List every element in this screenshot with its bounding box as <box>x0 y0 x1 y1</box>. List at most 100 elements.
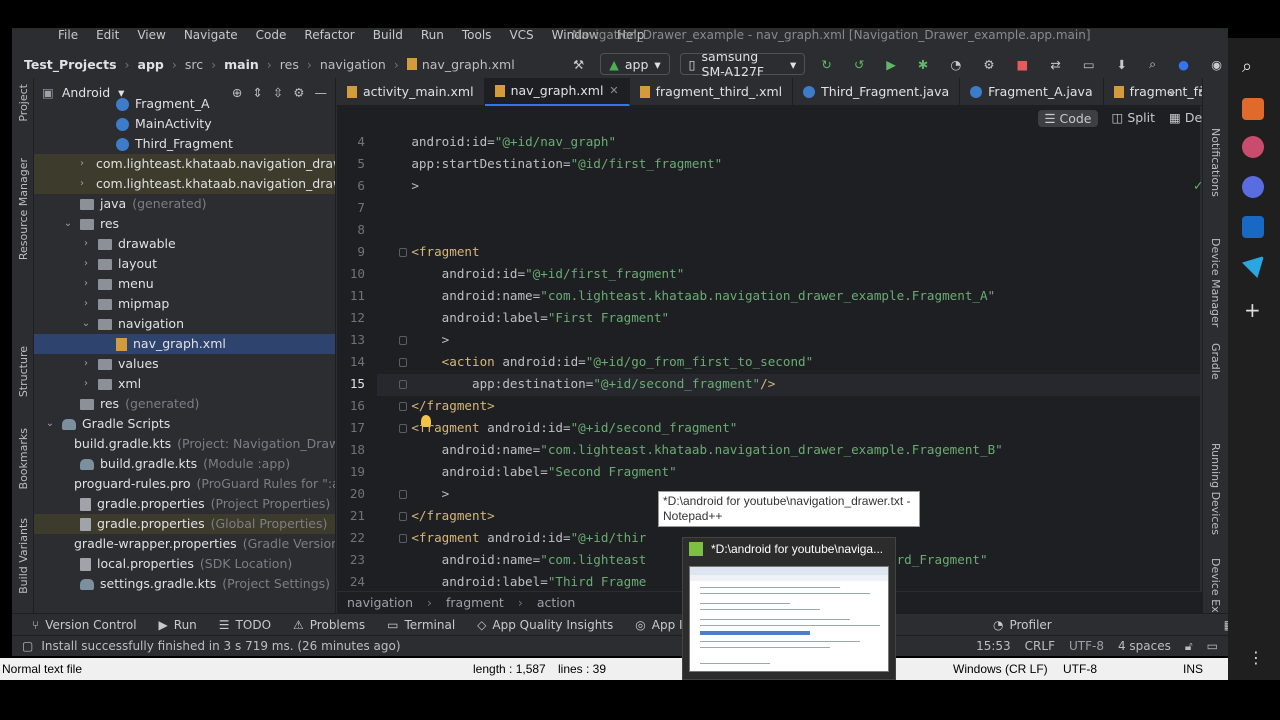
lock-icon[interactable]: 🔓︎ <box>1185 639 1193 654</box>
fold-marker-icon[interactable] <box>399 248 407 257</box>
code-view-button[interactable]: ☰ Code <box>1038 110 1098 127</box>
apply-changes-icon[interactable]: ↺ <box>848 53 870 75</box>
tool-todo[interactable]: ☰ TODO <box>219 618 271 632</box>
memory-indicator-icon[interactable]: ▭ <box>1207 639 1218 654</box>
fold-marker-icon[interactable] <box>399 380 407 389</box>
indent-setting[interactable]: 4 spaces <box>1118 639 1171 654</box>
breadcrumb-item[interactable]: app <box>138 57 164 72</box>
chevron-right-icon[interactable]: › <box>80 274 92 294</box>
rerun-icon[interactable]: ↻ <box>815 53 837 75</box>
add-icon[interactable]: + <box>1244 298 1261 322</box>
editor-tab[interactable]: activity_main.xml <box>337 77 485 106</box>
tree-row[interactable]: res (generated) <box>34 394 335 414</box>
attach-debugger-icon[interactable]: ⚙ <box>977 53 1000 75</box>
intention-bulb-icon[interactable] <box>421 415 431 427</box>
file-encoding[interactable]: UTF-8 <box>1069 639 1104 654</box>
menu-build[interactable]: Build <box>373 28 403 46</box>
fold-marker-icon[interactable] <box>399 358 407 367</box>
menu-refactor[interactable]: Refactor <box>304 28 354 46</box>
tree-row[interactable]: › layout <box>34 254 335 274</box>
tree-row[interactable]: › values <box>34 354 335 374</box>
sync-icon[interactable]: ⇄ <box>1044 53 1066 75</box>
account-icon[interactable]: ◉ <box>1205 53 1228 75</box>
chevron-right-icon[interactable]: › <box>80 254 92 274</box>
build-variants-tool-button[interactable]: Build Variants <box>17 518 30 594</box>
tree-row[interactable]: settings.gradle.kts (Project Settings) <box>34 574 335 594</box>
tree-row[interactable]: proguard-rules.pro (ProGuard Rules for ":… <box>34 474 335 494</box>
stop-icon[interactable]: ■ <box>1011 53 1035 75</box>
tree-row[interactable]: › xml <box>34 374 335 394</box>
fold-marker-icon[interactable] <box>399 336 407 345</box>
device-manager-tool-button[interactable]: Device Manager <box>1209 238 1222 327</box>
editor-tab[interactable]: Third_Fragment.java <box>793 77 961 106</box>
tree-row[interactable]: ⌄ Gradle Scripts <box>34 414 335 434</box>
tool-problems[interactable]: ⚠ Problems <box>293 618 365 632</box>
tool-version-control[interactable]: ⑂ Version Control <box>32 618 137 632</box>
tree-row[interactable]: gradle.properties (Global Properties) <box>34 514 335 534</box>
debug-icon[interactable]: ✱ <box>912 53 934 75</box>
breadcrumb-item[interactable]: res <box>280 57 299 72</box>
breadcrumb-item[interactable]: main <box>224 57 259 72</box>
sdk-icon[interactable]: ⬇ <box>1111 53 1133 75</box>
tree-row[interactable]: MainActivity <box>34 114 335 134</box>
chevron-right-icon[interactable]: › <box>80 174 84 194</box>
tree-row[interactable]: › mipmap <box>34 294 335 314</box>
menu-vcs[interactable]: VCS <box>509 28 533 46</box>
fold-marker-icon[interactable] <box>399 424 407 433</box>
chevron-right-icon[interactable]: › <box>80 154 84 174</box>
editor-tab[interactable]: nav_graph.xml ✕ <box>484 77 630 106</box>
tool-terminal[interactable]: ▭ Terminal <box>387 618 455 632</box>
menu-run[interactable]: Run <box>421 28 444 46</box>
fold-marker-icon[interactable] <box>399 402 407 411</box>
tree-row[interactable]: gradle-wrapper.properties (Gradle Version… <box>34 534 335 554</box>
menu-navigate[interactable]: Navigate <box>184 28 238 46</box>
menu-code[interactable]: Code <box>256 28 287 46</box>
xml-breadcrumb-item[interactable]: fragment <box>446 595 504 610</box>
search-icon[interactable]: ⌕ <box>1242 56 1252 77</box>
tree-row[interactable]: › com.lighteast.khataab.navigation_drawer… <box>34 154 335 174</box>
people-icon[interactable] <box>1242 136 1264 158</box>
tree-row[interactable]: › com.lighteast.khataab.navigation_drawer… <box>34 174 335 194</box>
close-icon[interactable]: ✕ <box>609 84 618 97</box>
status-message[interactable]: Install successfully finished in 3 s 719… <box>41 639 400 653</box>
project-tool-button[interactable]: Project <box>17 84 30 122</box>
search-icon[interactable]: ⌕ <box>1143 53 1162 75</box>
tab-overflow-chevron-icon[interactable]: ⌄ <box>1167 83 1177 98</box>
tree-row[interactable]: build.gradle.kts (Project: Navigation_Dra… <box>34 434 335 454</box>
profile-icon[interactable]: ◔ <box>944 53 967 75</box>
hammer-icon[interactable]: ⚒ <box>567 53 590 75</box>
chevron-right-icon[interactable]: › <box>80 294 92 314</box>
editor-tab[interactable]: Fragment_A.java <box>960 77 1104 106</box>
tree-row[interactable]: build.gradle.kts (Module :app) <box>34 454 335 474</box>
send-icon[interactable] <box>1242 256 1264 278</box>
menu-tools[interactable]: Tools <box>462 28 492 46</box>
run-config-dropdown[interactable]: ▲ app ▾ <box>600 53 670 75</box>
xml-breadcrumb-item[interactable]: action <box>537 595 575 610</box>
caret-position[interactable]: 15:53 <box>976 639 1011 654</box>
tree-row[interactable]: gradle.properties (Project Properties) <box>34 494 335 514</box>
bookmarks-tool-button[interactable]: Bookmarks <box>17 428 30 489</box>
run-icon[interactable]: ▶ <box>880 53 902 75</box>
chevron-right-icon[interactable]: › <box>80 234 92 254</box>
gradle-tool-button[interactable]: Gradle <box>1209 343 1222 380</box>
editor-tab[interactable]: fragment_third_.xml <box>630 77 794 106</box>
menu-view[interactable]: View <box>137 28 165 46</box>
split-view-button[interactable]: ◫ Split <box>1112 110 1156 127</box>
chevron-down-icon[interactable]: ⌄ <box>80 314 92 334</box>
notepadpp-window-thumbnail[interactable]: *D:\android for youtube\naviga... <box>682 537 896 680</box>
resource-manager-tool-button[interactable]: Resource Manager <box>17 158 30 260</box>
breadcrumb-item[interactable]: Test_Projects <box>24 57 117 72</box>
outlook-icon[interactable] <box>1242 216 1264 238</box>
fold-marker-icon[interactable] <box>399 534 407 543</box>
device-manager-icon[interactable]: ▭ <box>1077 53 1101 75</box>
chevron-down-icon[interactable]: ⌄ <box>44 414 56 434</box>
tool-run[interactable]: ▶ Run <box>159 618 197 632</box>
device-dropdown[interactable]: ▯ samsung SM-A127F ▾ <box>679 49 806 79</box>
chevron-down-icon[interactable]: ⌄ <box>62 214 74 234</box>
tree-row[interactable]: Third_Fragment <box>34 134 335 154</box>
tree-row[interactable]: java (generated) <box>34 194 335 214</box>
breadcrumb-item[interactable]: nav_graph.xml <box>422 57 515 72</box>
toolbox-icon[interactable] <box>1242 98 1264 120</box>
fold-marker-icon[interactable] <box>399 490 407 499</box>
tree-row[interactable]: ⌄ res <box>34 214 335 234</box>
